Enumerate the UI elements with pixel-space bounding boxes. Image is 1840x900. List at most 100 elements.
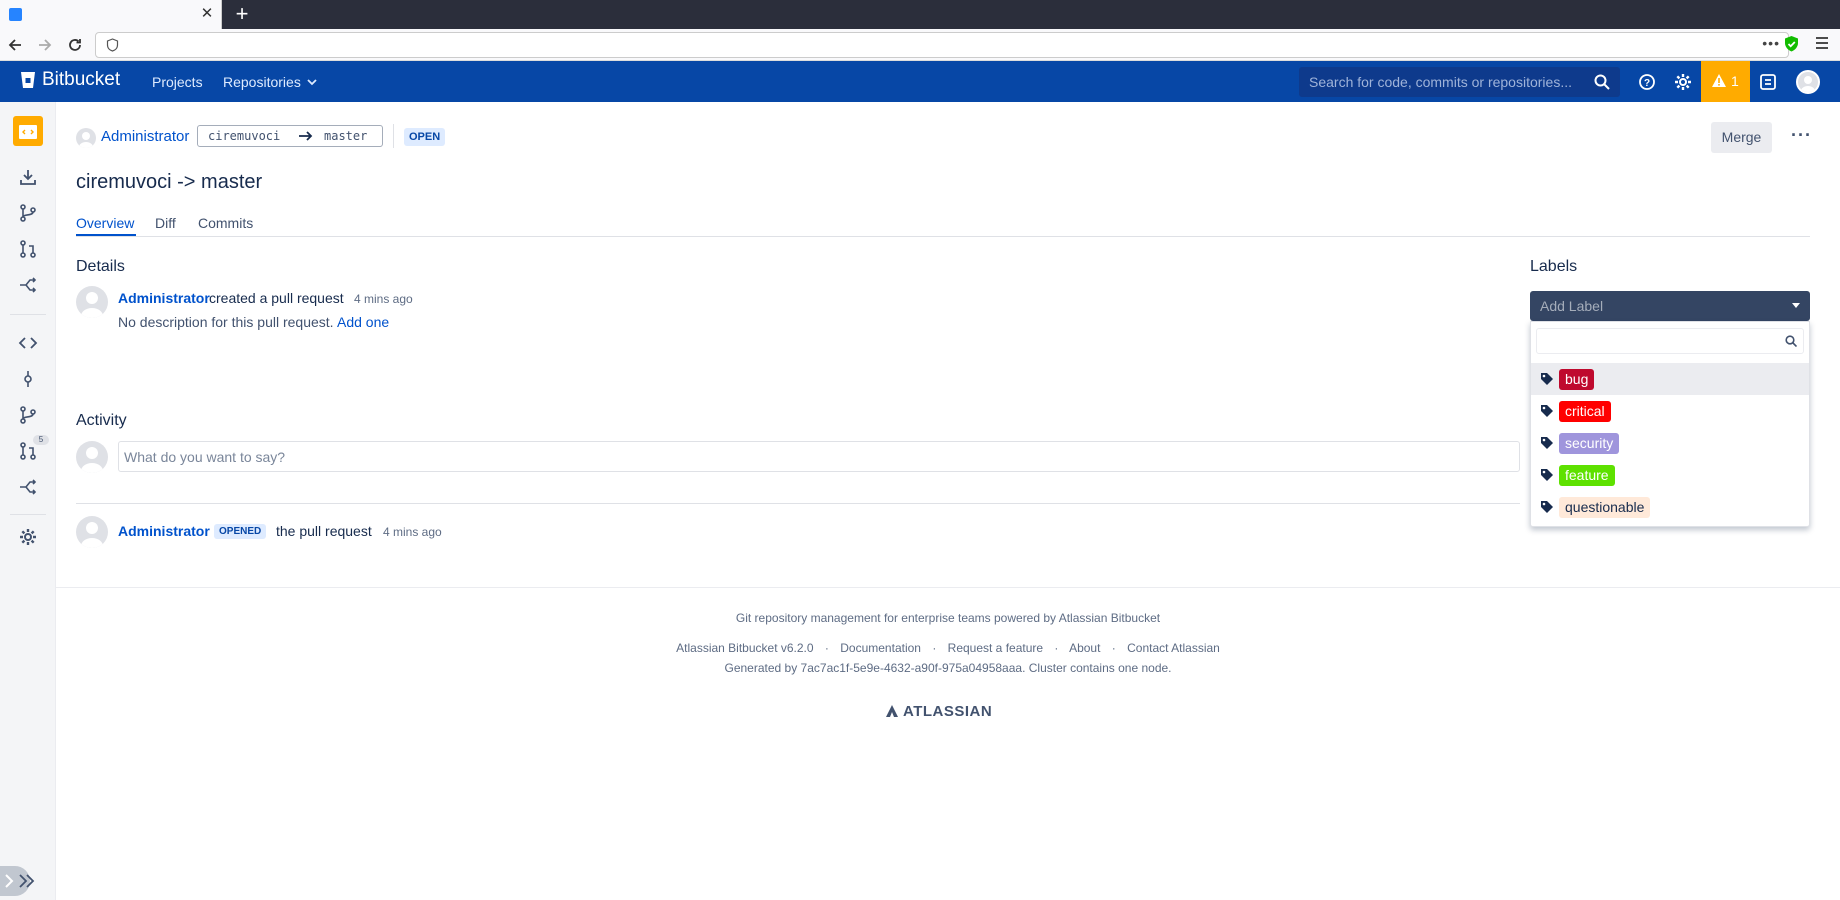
url-bar[interactable]: •••: [95, 32, 1789, 58]
details-author-avatar[interactable]: [76, 286, 108, 318]
footer-documentation-link[interactable]: Documentation: [840, 641, 921, 655]
add-description-link[interactable]: Add one: [337, 314, 389, 330]
divider: [393, 124, 394, 148]
comment-avatar: [76, 441, 108, 473]
footer-contact-link[interactable]: Contact Atlassian: [1127, 641, 1220, 655]
comment-input[interactable]: What do you want to say?: [118, 441, 1520, 472]
site-info-shield-icon[interactable]: [106, 38, 119, 52]
tab-diff[interactable]: Diff: [155, 215, 176, 231]
footer-tagline: Git repository management for enterprise…: [735, 611, 1161, 625]
pr-author-link[interactable]: Administrator: [101, 128, 189, 145]
forks-icon[interactable]: [17, 476, 39, 498]
activity-text: the pull request: [276, 523, 372, 539]
labels-heading: Labels: [1530, 258, 1578, 275]
tab-overview[interactable]: Overview: [76, 215, 134, 231]
tab-commits[interactable]: Commits: [198, 215, 253, 231]
atlassian-logo-text[interactable]: ATLASSIAN: [903, 703, 992, 720]
add-label-select[interactable]: Add Label: [1530, 291, 1810, 321]
clone-icon[interactable]: [17, 166, 39, 188]
pr-status-badge: OPEN: [404, 128, 446, 146]
search-icon[interactable]: [1594, 74, 1610, 90]
atlassian-logo-icon[interactable]: [885, 704, 899, 718]
source-branch[interactable]: ciremuvoci: [208, 129, 280, 143]
activity-timestamp[interactable]: 4 mins ago: [383, 525, 442, 539]
caret-down-icon: [1792, 303, 1800, 308]
label-search-input[interactable]: [1536, 328, 1804, 354]
branch-summary: ciremuvoci master: [197, 125, 383, 147]
repository-avatar-icon[interactable]: [13, 116, 43, 146]
help-icon[interactable]: ?: [1636, 71, 1658, 93]
branches-icon[interactable]: [17, 404, 39, 426]
browser-tab[interactable]: ✕: [0, 0, 222, 29]
nav-projects[interactable]: Projects: [152, 74, 203, 90]
details-author-link[interactable]: Administrator: [118, 290, 210, 306]
activity-heading: Activity: [76, 412, 127, 429]
tag-icon: [1540, 404, 1554, 418]
more-actions-icon[interactable]: ···: [1791, 126, 1811, 148]
label-option-bug[interactable]: bug: [1531, 363, 1809, 395]
comment-placeholder: What do you want to say?: [124, 449, 286, 465]
svg-text:?: ?: [1644, 78, 1650, 89]
forward-arrow-icon[interactable]: [35, 35, 55, 55]
footer-separator: ·: [932, 641, 937, 655]
user-avatar[interactable]: [1796, 70, 1820, 94]
details-action-text: created a pull request: [209, 290, 344, 306]
footer-version-link[interactable]: Atlassian Bitbucket v6.2.0: [676, 641, 813, 655]
details-heading: Details: [76, 258, 125, 275]
footer-separator: ·: [1054, 641, 1059, 655]
target-branch[interactable]: master: [324, 129, 367, 143]
tabs-baseline: [76, 236, 1810, 237]
footer-divider: [56, 587, 1840, 588]
tag-icon: [1540, 372, 1554, 386]
browser-menu-icon[interactable]: [1815, 36, 1829, 50]
label-option-critical[interactable]: critical: [1531, 395, 1809, 427]
label-option-feature[interactable]: feature: [1531, 459, 1809, 491]
new-tab-button[interactable]: +: [231, 3, 253, 25]
reload-icon[interactable]: [65, 35, 85, 55]
label-security: security: [1559, 433, 1620, 454]
pr-title: ciremuvoci -> master: [76, 171, 263, 193]
label-critical: critical: [1559, 401, 1611, 422]
warning-icon: [1711, 73, 1727, 88]
extension-shield-icon[interactable]: [1783, 35, 1800, 53]
search-placeholder: Search for code, commits or repositories…: [1309, 74, 1572, 90]
activity-author-avatar[interactable]: [76, 516, 108, 548]
fork-icon[interactable]: [17, 274, 39, 296]
alerts-button[interactable]: 1: [1701, 61, 1750, 102]
search-icon: [1785, 335, 1797, 347]
footer-links: Atlassian Bitbucket v6.2.0 · Documentati…: [56, 641, 1840, 655]
settings-gear-icon[interactable]: [1672, 71, 1694, 93]
bitbucket-logo-text[interactable]: Bitbucket: [42, 69, 120, 91]
label-option-questionable[interactable]: questionable: [1531, 491, 1809, 523]
source-code-icon[interactable]: [17, 332, 39, 354]
whats-new-icon[interactable]: [1757, 71, 1779, 93]
opened-badge: OPENED: [214, 524, 267, 539]
tag-icon: [1540, 500, 1554, 514]
activity-author-link[interactable]: Administrator: [118, 523, 210, 539]
details-timestamp[interactable]: 4 mins ago: [354, 292, 413, 306]
author-avatar[interactable]: [76, 128, 96, 148]
footer-about-link[interactable]: About: [1069, 641, 1100, 655]
tag-icon: [1540, 436, 1554, 450]
create-pull-request-icon[interactable]: [17, 238, 39, 260]
tab-close-icon[interactable]: ✕: [199, 6, 215, 22]
footer-request-feature-link[interactable]: Request a feature: [948, 641, 1043, 655]
repository-settings-icon[interactable]: [17, 526, 39, 548]
merge-button[interactable]: Merge: [1711, 122, 1772, 153]
footer-separator: ·: [1111, 641, 1116, 655]
label-option-security[interactable]: security: [1531, 427, 1809, 459]
pull-request-count-badge: 5: [33, 435, 49, 445]
footer-separator: ·: [824, 641, 829, 655]
bitbucket-logo-icon[interactable]: [20, 71, 36, 89]
nav-repositories[interactable]: Repositories: [223, 74, 301, 90]
search-input[interactable]: Search for code, commits or repositories…: [1299, 67, 1620, 97]
arrow-right-icon: [298, 130, 314, 142]
double-chevron-right-icon[interactable]: [18, 874, 36, 888]
chevron-down-icon[interactable]: [307, 79, 317, 86]
app-header: Bitbucket Projects Repositories Search f…: [0, 61, 1840, 102]
commits-icon[interactable]: [17, 368, 39, 390]
back-arrow-icon[interactable]: [5, 35, 25, 55]
page-actions-icon[interactable]: •••: [1762, 35, 1780, 51]
create-branch-icon[interactable]: [17, 202, 39, 224]
repo-sidebar: 5: [0, 102, 56, 900]
